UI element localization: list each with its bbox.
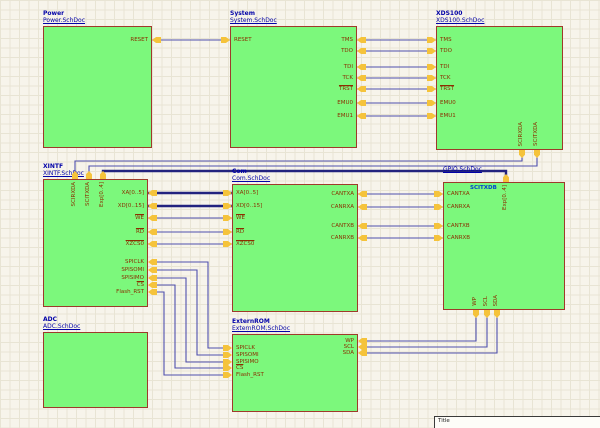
pin-scitxda-label: SCITXDA [533, 122, 539, 146]
pin-cantxb-label: CANTXB [447, 222, 470, 229]
pin-canrxa-label: CANRXA [447, 203, 471, 210]
caption-system: System System.SchDoc [230, 10, 277, 24]
pin-sda-label: SDA [342, 349, 354, 356]
pin-tdo-label: TDO [440, 47, 452, 54]
sheet-file-adc[interactable]: ADC.SchDoc [43, 323, 80, 330]
pin-xzcs0-label: XZCS0 [125, 240, 144, 247]
pin-exp-0-4-label: Exp[0..4] [502, 185, 508, 211]
pin-we-label: WE [135, 214, 144, 221]
caption-adc: ADC ADC.SchDoc [43, 316, 80, 330]
pin-xa-0-5-label: XA[0..5] [121, 189, 144, 196]
pin-wp-label: WP [472, 297, 478, 306]
pin-cs-label: CS [136, 281, 144, 288]
caption-gpio: GPIO.SchDoc [443, 166, 482, 173]
sheet-name-power[interactable]: Power [43, 10, 85, 17]
pin-rd-label: RD [236, 228, 245, 235]
pin-tdi-label: TDI [440, 63, 450, 70]
schematic-sheet: Power Power.SchDoc System System.SchDoc … [0, 0, 600, 428]
sheet-symbol-system[interactable] [230, 26, 357, 148]
pin-emu0-label: EMU0 [337, 99, 353, 106]
pin-emu1-label: EMU1 [337, 112, 353, 119]
pin-spisomi-label: SPISOMI [121, 266, 144, 273]
net-label-scitxdb[interactable]: SCITXDB [470, 185, 497, 191]
pin-cantxa-label: CANTXA [447, 190, 470, 197]
pin-cantxa-label: CANTXA [331, 190, 354, 197]
pin-reset-label: RESET [130, 36, 148, 43]
sheet-name-xds100[interactable]: XDS100 [436, 10, 484, 17]
pin-flash-rst-label: Flash_RST [236, 371, 264, 378]
pin-rd-label: RD [135, 228, 144, 235]
pin-xzcs0-label: XZCS0 [236, 240, 255, 247]
pin-reset-label: RESET [234, 36, 252, 43]
sheet-name-externrom[interactable]: ExternROM [232, 318, 290, 325]
pin-tck-label: TCK [342, 74, 353, 81]
caption-com: Com Com.SchDoc [232, 168, 270, 182]
pin-spisomi-label: SPISOMI [236, 351, 259, 358]
pin-exp-0-4-label: Exp[0..4] [99, 182, 105, 208]
title-block: Title [434, 416, 600, 428]
pin-tdo-label: TDO [341, 47, 353, 54]
sheet-file-system[interactable]: System.SchDoc [230, 17, 277, 24]
sheet-symbol-adc[interactable] [43, 332, 148, 408]
sheet-name-adc[interactable]: ADC [43, 316, 80, 323]
pin-spiclk-label: SPICLK [236, 344, 255, 351]
sheet-file-com[interactable]: Com.SchDoc [232, 175, 270, 182]
pin-tms-label: TMS [341, 36, 353, 43]
pin-xd-0-15-label: XD[0..15] [117, 202, 144, 209]
pin-canrxb-label: CANRXB [447, 234, 471, 241]
pin-flash-rst-label: Flash_RST [116, 288, 144, 295]
pin-cantxb-label: CANTXB [331, 222, 354, 229]
sheet-symbol-power[interactable] [43, 26, 152, 148]
pin-spiclk-label: SPICLK [125, 258, 144, 265]
pin-sda-label: SDA [493, 294, 499, 306]
sheet-file-xds100[interactable]: XDS100.SchDoc [436, 17, 484, 24]
sheet-file-externrom[interactable]: ExternROM.SchDoc [232, 325, 290, 332]
caption-externrom: ExternROM ExternROM.SchDoc [232, 318, 290, 332]
caption-power: Power Power.SchDoc [43, 10, 85, 24]
pin-tdi-label: TDI [343, 63, 353, 70]
pin-trst-label: TRST [338, 85, 353, 92]
caption-xds100: XDS100 XDS100.SchDoc [436, 10, 484, 24]
sheet-file-power[interactable]: Power.SchDoc [43, 17, 85, 24]
sheet-name-system[interactable]: System [230, 10, 277, 17]
sheet-symbol-xds100[interactable] [436, 26, 563, 150]
sheet-name-xintf[interactable]: XINTF [43, 163, 84, 170]
pin-we-label: WE [236, 214, 245, 221]
pin-canrxb-label: CANRXB [330, 234, 354, 241]
pin-trst-label: TRST [440, 85, 455, 92]
pin-spisimo-label: SPISIMO [121, 274, 144, 281]
sheet-file-gpio[interactable]: GPIO.SchDoc [443, 166, 482, 173]
pin-scirxda-label: SCIRXDA [71, 182, 77, 207]
sheet-name-com[interactable]: Com [232, 168, 270, 175]
pin-scirxda-label: SCIRXDA [518, 121, 524, 146]
pin-scitxda-label: SCITXDA [85, 182, 91, 206]
pin-tck-label: TCK [440, 74, 451, 81]
title-block-label: Title [438, 418, 450, 424]
pin-cs-label: CS [236, 364, 244, 371]
pin-xd-0-15-label: XD[0..15] [236, 202, 263, 209]
pin-scl-label: SCL [483, 295, 489, 306]
pin-canrxa-label: CANRXA [330, 203, 354, 210]
pin-tms-label: TMS [440, 36, 452, 43]
pin-emu1-label: EMU1 [440, 112, 456, 119]
pin-emu0-label: EMU0 [440, 99, 456, 106]
wire[interactable] [363, 314, 488, 348]
pin-xa-0-5-label: XA[0..5] [236, 189, 259, 196]
wire[interactable] [363, 314, 477, 342]
